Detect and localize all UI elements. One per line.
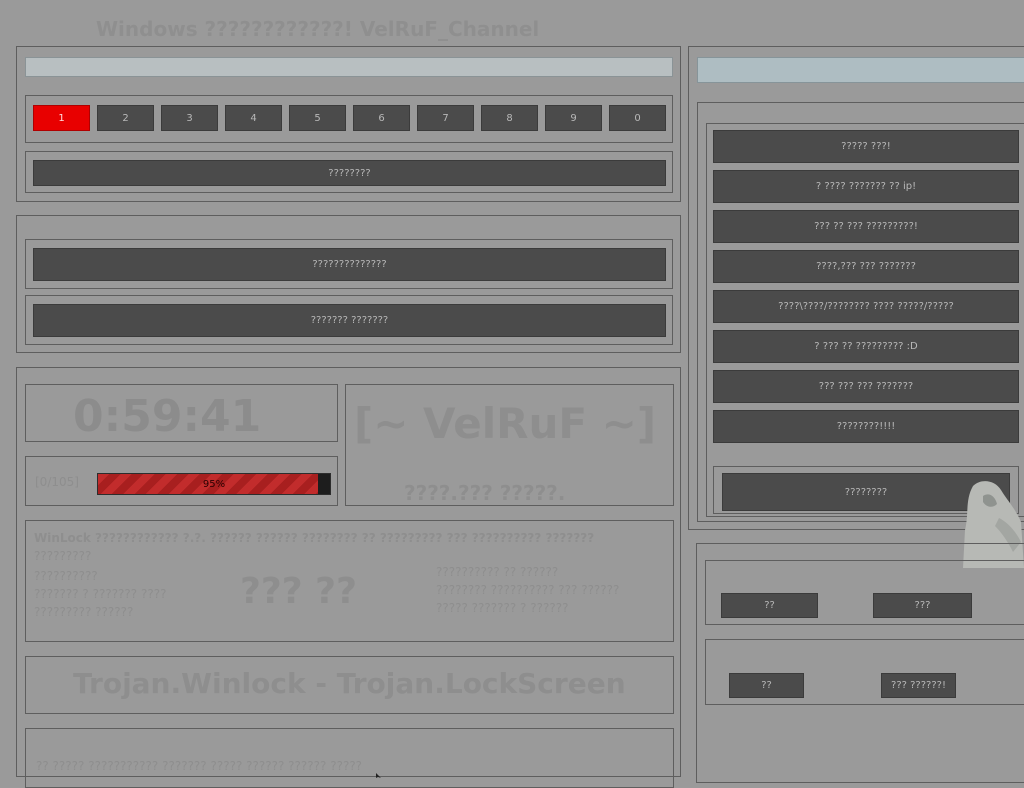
option-button-2[interactable]: ??????? ??????? [33, 304, 666, 337]
message-list: ????? ???! ? ???? ??????? ?? ip! ??? ?? ??… [706, 123, 1024, 517]
trojan-box: Trojan.Winlock - Trojan.LockScreen [25, 656, 674, 714]
message-button-3[interactable]: ??? ?? ??? ?????????! [713, 210, 1019, 243]
keypad-button-5[interactable]: 5 [289, 105, 346, 131]
info-line-1: WinLock ???????????? ?.?. ?????? ?????? … [34, 531, 595, 545]
keypad-button-0[interactable]: 0 [609, 105, 666, 131]
keypad-button-8[interactable]: 8 [481, 105, 538, 131]
option-button-1[interactable]: ?????????????? [33, 248, 666, 281]
message-group: ????? ???! ? ???? ??????? ?? ip! ??? ?? ??… [697, 102, 1024, 522]
info-right-line-3: ????? ??????? ? ?????? [436, 601, 569, 615]
countdown-timer: 0:59:41 [73, 391, 262, 442]
reply-input[interactable] [697, 57, 1024, 83]
trojan-name: Trojan.Winlock - Trojan.LockScreen [73, 667, 626, 700]
timer-box: 0:59:41 [25, 384, 338, 442]
bottom-box: ?? ????? ??????????? ??????? ????? ?????… [25, 728, 674, 788]
lower-right-panel: ?? ??? ?? ??? ??????! [696, 543, 1024, 783]
lower-group-1: ?? ??? [705, 560, 1024, 625]
info-center-big: ??? ?? [240, 571, 357, 612]
option-group-1: ?????????????? [25, 239, 673, 289]
options-panel: ?????????????? ??????? ??????? [16, 215, 681, 353]
info-right-line-2: ???????? ?????????? ??? ?????? [436, 583, 620, 597]
mouse-cursor-icon [376, 763, 384, 778]
brand-title: [~ VelRuF ~] [354, 399, 657, 448]
keypad-button-3[interactable]: 3 [161, 105, 218, 131]
keypad-button-6[interactable]: 6 [353, 105, 410, 131]
progress-bar: 95% [97, 473, 331, 495]
message-button-5[interactable]: ????\????/???????? ???? ?????/????? [713, 290, 1019, 323]
info-line-2: ????????? [34, 549, 92, 563]
info-panel: 0:59:41 [0/105] 95% [~ VelRuF ~] ????.??… [16, 367, 681, 788]
group1-button-a[interactable]: ?? [721, 593, 818, 618]
window-title: Windows ????????????! VelRuF_Channel [96, 17, 540, 41]
info-left-line-2: ??????? ? ??????? ???? [34, 587, 167, 601]
keypad-button-4[interactable]: 4 [225, 105, 282, 131]
group2-button-a[interactable]: ?? [729, 673, 804, 698]
keypad-button-1[interactable]: 1 [33, 105, 90, 131]
unlock-button[interactable]: ???????? [33, 160, 666, 186]
message-button-8[interactable]: ????????!!!! [713, 410, 1019, 443]
message-button-1[interactable]: ????? ???! [713, 130, 1019, 163]
info-text-box: WinLock ???????????? ?.?. ?????? ?????? … [25, 520, 674, 642]
info-right-list: ?????????? ?? ?????? ???????? ??????????… [436, 563, 619, 617]
option-group-2: ??????? ??????? [25, 295, 673, 345]
right-panel: ????? ???! ? ???? ??????? ?? ip! ??? ?? ??… [688, 46, 1024, 530]
brand-subtitle: ????.??? ?????. [404, 481, 566, 505]
info-left-list: ?????????? ??????? ? ??????? ???? ??????… [34, 567, 166, 621]
message-button-2[interactable]: ? ???? ??????? ?? ip! [713, 170, 1019, 203]
group2-button-b[interactable]: ??? ??????! [881, 673, 956, 698]
keypad-group: 1234567890 [25, 95, 673, 143]
progress-count: [0/105] [35, 475, 79, 489]
keypad-button-7[interactable]: 7 [417, 105, 474, 131]
brand-box: [~ VelRuF ~] ????.??? ?????. [345, 384, 674, 506]
unlock-panel: 1234567890 ???????? [16, 46, 681, 202]
action-group: ???????? [25, 151, 673, 193]
keypad-button-2[interactable]: 2 [97, 105, 154, 131]
progress-box: [0/105] 95% [25, 456, 338, 506]
lower-group-2: ?? ??? ??????! [705, 639, 1024, 705]
info-left-line-1: ?????????? [34, 569, 98, 583]
keypad-button-9[interactable]: 9 [545, 105, 602, 131]
bottom-text: ?? ????? ??????????? ??????? ????? ?????… [36, 759, 363, 773]
info-right-line-1: ?????????? ?? ?????? [436, 565, 559, 579]
info-left-line-3: ????????? ?????? [34, 605, 134, 619]
message-button-4[interactable]: ????,??? ??? ??????? [713, 250, 1019, 283]
code-input[interactable] [25, 57, 673, 77]
group1-button-b[interactable]: ??? [873, 593, 972, 618]
message-button-7[interactable]: ??? ??? ??? ??????? [713, 370, 1019, 403]
message-button-6[interactable]: ? ??? ?? ????????? :D [713, 330, 1019, 363]
progress-percent: 95% [202, 478, 226, 490]
